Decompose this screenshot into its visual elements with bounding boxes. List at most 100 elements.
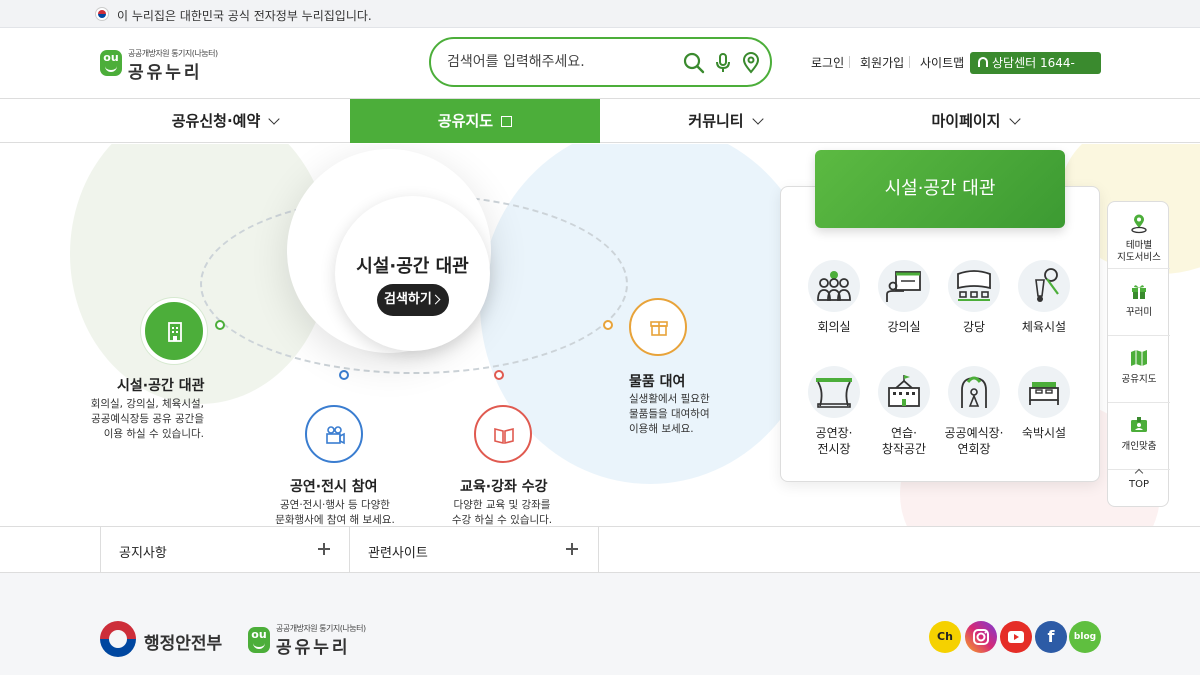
- search-now-button[interactable]: 검색하기: [377, 284, 449, 316]
- facility-studio[interactable]: 연습· 창작공간: [869, 366, 939, 457]
- gift-icon: [1132, 285, 1146, 299]
- feature-desc: 실생활에서 필요한 물품들을 대여하여 이용해 보세요.: [629, 393, 710, 435]
- education-feature[interactable]: [474, 405, 532, 463]
- facility-performance-hall[interactable]: 공연장· 전시장: [799, 366, 869, 457]
- facility-label: 공연장· 전시장: [815, 426, 853, 456]
- instagram-icon[interactable]: [965, 621, 997, 653]
- facility-label: 강의실: [887, 320, 921, 334]
- search-input[interactable]: [447, 51, 667, 73]
- logo-title: 공유누리: [276, 638, 351, 658]
- blog-icon[interactable]: blog: [1069, 621, 1101, 653]
- login-link[interactable]: 로그인: [811, 54, 844, 71]
- facebook-icon[interactable]: f: [1035, 621, 1067, 653]
- quick-menu: 테마별 지도서비스 꾸러미 공유지도 개인맞춤 TOP: [1107, 201, 1170, 507]
- quick-theme-map[interactable]: 테마별 지도서비스: [1108, 202, 1170, 269]
- quick-label: 개인맞춤: [1121, 441, 1157, 452]
- facility-label: 체육시설: [1021, 320, 1067, 334]
- logo-mark-icon: ou: [248, 627, 270, 653]
- search-box: [429, 37, 772, 87]
- notice-label: 공지사항: [119, 546, 167, 561]
- feature-desc: 공연·전시·행사 등 다양한 문화행사에 참여 해 보세요.: [275, 499, 395, 526]
- nav-item-community[interactable]: 커뮤니티: [600, 99, 850, 143]
- ministry-emblem-icon: [100, 621, 136, 657]
- plus-icon: [318, 543, 330, 555]
- youtube-icon[interactable]: [1000, 621, 1032, 653]
- facility-label: 숙박시설: [1021, 426, 1067, 440]
- auditorium-icon-wrap: [948, 260, 1000, 312]
- id-card-icon: [1131, 417, 1147, 432]
- korea-flag-icon: [95, 7, 109, 21]
- facility-lecture-room[interactable]: 강의실: [869, 260, 939, 335]
- facility-auditorium[interactable]: 강당: [939, 260, 1009, 335]
- bottom-bar: 공지사항 관련사이트: [0, 526, 1200, 573]
- kakao-channel-icon[interactable]: Ch: [929, 621, 961, 653]
- facility-meeting-room[interactable]: 회의실: [799, 260, 869, 335]
- quick-share-map[interactable]: 공유지도: [1108, 336, 1170, 403]
- related-sites-accordion[interactable]: 관련사이트: [349, 527, 599, 573]
- meeting-room-icon: [817, 271, 851, 301]
- facility-label: 강당: [962, 320, 986, 334]
- nav-item-mypage[interactable]: 마이페이지: [850, 99, 1100, 143]
- performance-feature[interactable]: [305, 405, 363, 463]
- facility-wedding-hall[interactable]: 공공예식장· 연회장: [939, 366, 1009, 457]
- logo-title: 공유누리: [128, 63, 203, 83]
- nav-label: 마이페이지: [931, 112, 1001, 130]
- performance-hall-icon-wrap: [808, 366, 860, 418]
- lecture-room-icon: [886, 271, 921, 302]
- orbit-dot: [339, 370, 349, 380]
- facility-lodging[interactable]: 숙박시설: [1009, 366, 1079, 441]
- badminton-icon: [1035, 268, 1059, 302]
- footer: 행정안전부 ou 공공개방자원 통기지(나눔터) 공유누리 Ch f blog: [0, 573, 1200, 675]
- location-pin-icon[interactable]: [740, 52, 762, 74]
- quick-label: 테마별 지도서비스: [1117, 240, 1161, 263]
- auditorium-icon: [957, 270, 991, 301]
- facility-sports[interactable]: 체육시설: [1009, 260, 1079, 335]
- notice-accordion[interactable]: 공지사항: [100, 527, 350, 573]
- quick-package[interactable]: 꾸러미: [1108, 269, 1170, 336]
- item-rental-feature[interactable]: [629, 298, 687, 356]
- signup-link[interactable]: 회원가입: [860, 54, 904, 71]
- related-sites-label: 관련사이트: [368, 546, 428, 561]
- feature-title: 공연·전시 참여: [290, 479, 378, 495]
- video-camera-icon: [326, 426, 345, 445]
- lodging-icon-wrap: [1018, 366, 1070, 418]
- header: ou 공공개방자원 통기지(나눔터) 공유누리 로그인 회원가입 사이트맵 상담…: [0, 28, 1200, 98]
- logo-mark-icon: ou: [100, 50, 122, 76]
- sitemap-link[interactable]: 사이트맵: [920, 54, 964, 71]
- quick-label: 공유지도: [1121, 374, 1157, 385]
- microphone-icon[interactable]: [712, 52, 734, 74]
- youtube-glyph-icon: [1008, 631, 1024, 643]
- search-icon[interactable]: [683, 52, 705, 74]
- feature-title: 물품 대여: [629, 374, 686, 390]
- plus-icon: [566, 543, 578, 555]
- nav-label: 공유신청·예약: [171, 112, 261, 130]
- external-link-icon: [501, 116, 513, 127]
- wedding-hall-icon-wrap: [948, 366, 1000, 418]
- studio-icon-wrap: [878, 366, 930, 418]
- meeting-room-icon-wrap: [808, 260, 860, 312]
- main-nav: 공유신청·예약 공유지도 커뮤니티 마이페이지: [0, 98, 1200, 143]
- orbit-dot: [494, 370, 504, 380]
- chevron-down-icon: [268, 113, 280, 125]
- facility-label: 회의실: [817, 320, 851, 334]
- orbit-dot: [215, 320, 225, 330]
- feature-title: 교육·강좌 수강: [460, 479, 548, 495]
- stage-icon: [816, 378, 852, 408]
- search-now-label: 검색하기: [384, 292, 432, 307]
- ministry-name: 행정안전부: [144, 634, 223, 654]
- chevron-up-icon: [1134, 468, 1144, 478]
- nav-item-share-map[interactable]: 공유지도: [350, 99, 600, 143]
- back-to-top-button[interactable]: TOP: [1108, 468, 1170, 490]
- facility-label: 연습· 창작공간: [881, 426, 927, 456]
- util-divider: [849, 56, 850, 68]
- nav-item-share-apply[interactable]: 공유신청·예약: [100, 99, 350, 143]
- quick-personalized[interactable]: 개인맞춤: [1108, 403, 1170, 470]
- bed-icon: [1029, 382, 1059, 405]
- wedding-arch-icon: [961, 376, 987, 408]
- building-icon: [168, 322, 182, 342]
- gov-banner-text: 이 누리집은 대한민국 공식 전자정부 누리집입니다.: [117, 9, 372, 23]
- folded-map-icon: [1131, 350, 1147, 366]
- callcenter-button[interactable]: 상담센터 1644-6566: [970, 52, 1101, 92]
- feature-desc: 회의실, 강의실, 체육시설, 공공예식장등 공유 공간을 이용 하실 수 있습…: [90, 398, 204, 440]
- facility-rental-feature[interactable]: [145, 302, 203, 360]
